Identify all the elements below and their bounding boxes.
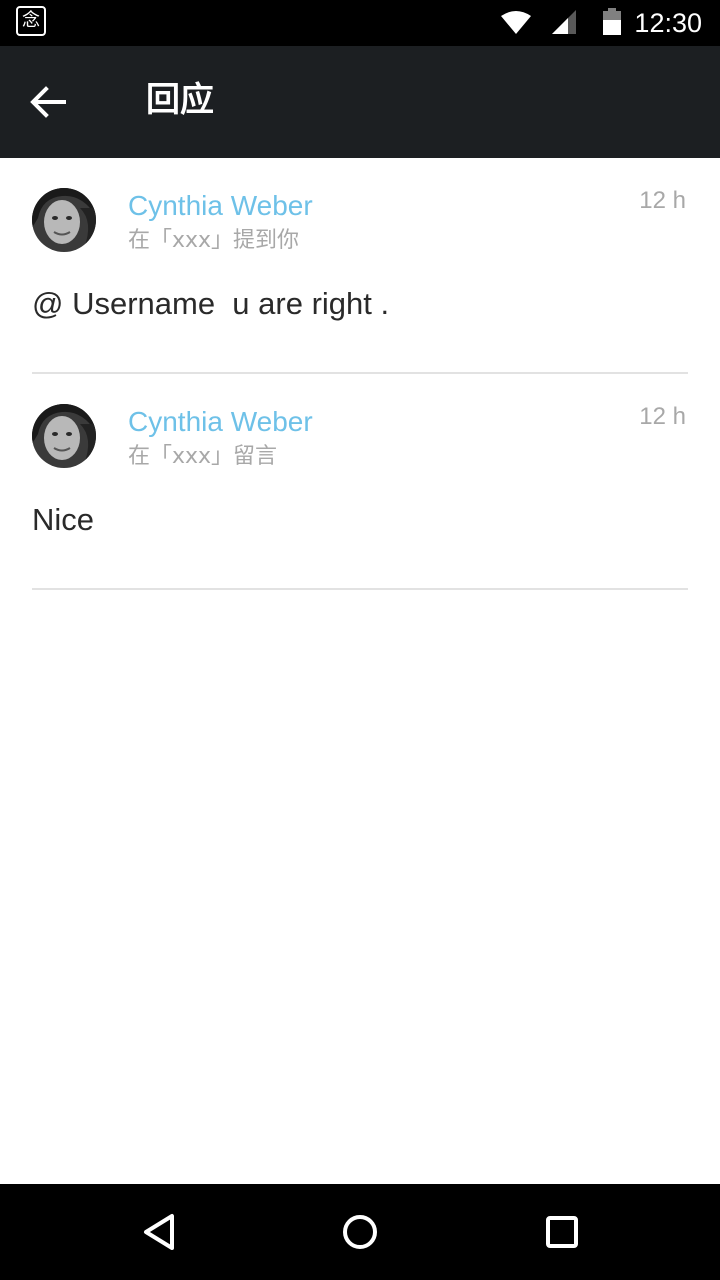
app-notification-icon: 念 [16, 6, 46, 36]
wifi-icon [501, 11, 531, 34]
avatar[interactable] [32, 404, 96, 468]
notification-list: Cynthia Weber 在「xxx」提到你 12 h @ Username … [0, 158, 720, 590]
page-title: 回应 [146, 80, 214, 120]
system-nav-bar [0, 1184, 720, 1280]
author-name[interactable]: Cynthia Weber [128, 402, 313, 442]
app-toolbar: 回应 [0, 46, 720, 158]
notification-context: 在「xxx」提到你 [128, 228, 300, 253]
status-clock: 12:30 [634, 8, 702, 38]
timestamp: 12 h [639, 187, 686, 214]
home-circle-icon [343, 1215, 377, 1249]
author-name[interactable]: Cynthia Weber [128, 186, 313, 226]
nav-recents-button[interactable] [538, 1208, 586, 1256]
signal-icon [552, 10, 576, 34]
divider [32, 588, 688, 590]
list-item[interactable]: Cynthia Weber 在「xxx」留言 12 h Nice [0, 374, 720, 590]
back-button[interactable] [20, 76, 76, 128]
recents-square-icon [546, 1216, 578, 1248]
avatar[interactable] [32, 188, 96, 252]
list-item[interactable]: Cynthia Weber 在「xxx」提到你 12 h @ Username … [0, 158, 720, 374]
message-text: Nice [32, 502, 95, 537]
status-bar: 念 12:30 [0, 0, 720, 46]
message-text: @ Username u are right . [32, 286, 390, 321]
back-triangle-icon [144, 1214, 174, 1250]
nav-back-button[interactable] [136, 1208, 184, 1256]
arrow-left-icon [30, 86, 66, 118]
timestamp: 12 h [639, 403, 686, 430]
nav-home-button[interactable] [336, 1208, 384, 1256]
notification-context: 在「xxx」留言 [128, 444, 278, 469]
battery-icon [603, 8, 621, 35]
